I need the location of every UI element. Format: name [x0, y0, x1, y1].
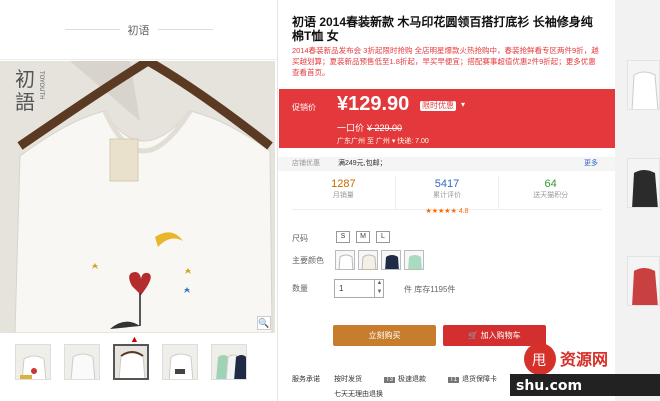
thumbnail-4[interactable]: [162, 344, 198, 380]
service-item-label: 退货保障卡: [462, 376, 498, 383]
service-item[interactable]: 七天无理由退换: [334, 389, 383, 399]
thumbnail-2[interactable]: [64, 344, 100, 380]
service-label: 服务承诺: [292, 376, 320, 383]
add-to-cart-label: 加入购物车: [480, 331, 521, 340]
promo-more-link[interactable]: 更多: [584, 157, 598, 171]
size-option[interactable]: S: [336, 231, 350, 243]
original-price-label: 一口价: [337, 123, 365, 133]
limited-offer-badge: 限时优惠: [420, 101, 456, 111]
thumbnail-5[interactable]: [211, 344, 247, 380]
stat-caption: 累计评价: [433, 192, 461, 199]
price-label: 促销价: [292, 103, 316, 112]
size-option[interactable]: M: [356, 231, 370, 243]
color-option-cream[interactable]: [358, 250, 378, 270]
color-option-mint[interactable]: [404, 250, 424, 270]
svg-text:語: 語: [15, 90, 35, 114]
service-tag: T1: [448, 377, 460, 383]
color-options: [335, 250, 424, 270]
stat-value: 64: [544, 178, 557, 190]
thumbnail-list: [15, 344, 247, 380]
color-option-navy[interactable]: [381, 250, 401, 270]
svg-text:甩: 甩: [532, 353, 546, 369]
quantity-stepper[interactable]: ▲ ▼: [374, 279, 384, 298]
recommendation-card[interactable]: [627, 158, 660, 208]
image-gallery: 初语 初 語 TOYOUTH 🔍 ▲: [0, 0, 277, 401]
recommendation-card[interactable]: [627, 256, 660, 306]
svg-text:shu.com: shu.com: [516, 378, 582, 394]
zoom-icon[interactable]: 🔍: [257, 316, 271, 330]
color-option-white[interactable]: [335, 250, 355, 270]
service-item-label: 极速退款: [398, 376, 427, 383]
thumbnail-1[interactable]: [15, 344, 51, 380]
promo-label: 店铺优惠: [292, 160, 320, 167]
stat-monthly-sales: 1287 月销量: [292, 176, 395, 209]
product-title: 初语 2014春装新款 木马印花圆领百搭打底衫 长袖修身纯棉T恤 女: [292, 15, 593, 43]
stock-info: 件 库存1195件: [404, 285, 456, 294]
service-tag: T3: [384, 377, 396, 383]
svg-text:初: 初: [15, 67, 35, 91]
stat-points: 64 送天猫积分: [498, 176, 602, 209]
recommendation-card[interactable]: [627, 60, 660, 110]
size-label: 尺码: [292, 234, 308, 243]
brand-header: 初语: [0, 0, 277, 60]
price: ¥129.90: [337, 93, 410, 115]
product-page: 初语 初 語 TOYOUTH 🔍 ▲ 初语 2014春装新款 木马印花圆领百搭打…: [0, 0, 660, 401]
stat-value: 1287: [331, 178, 356, 190]
stat-reviews[interactable]: 5417 累计评价 ★★★★★ 4.8: [394, 176, 499, 215]
chevron-up-icon[interactable]: ▲: [375, 279, 384, 288]
stat-caption: 月销量: [332, 192, 354, 199]
rating-value: 4.8: [458, 208, 469, 215]
tshirt-image: 初 語 TOYOUTH: [0, 61, 275, 333]
thumbnail-3[interactable]: [113, 344, 149, 380]
service-item[interactable]: 按时发货: [334, 374, 362, 384]
buy-now-button[interactable]: 立刻购买: [333, 325, 436, 346]
service-item[interactable]: T1 退货保障卡: [448, 374, 497, 384]
stat-caption: 送天猫积分: [533, 192, 569, 199]
svg-text:TOYOUTH: TOYOUTH: [38, 70, 45, 100]
quantity-label: 数量: [292, 284, 308, 293]
original-price: 一口价 ¥ 229.00: [337, 121, 402, 134]
svg-text:资源网: 资源网: [560, 350, 608, 369]
star-rating-icon: ★★★★★ 4.8: [425, 208, 469, 215]
size-options: S M L: [336, 231, 390, 243]
chevron-down-icon[interactable]: ▼: [375, 288, 384, 297]
divider: [64, 29, 120, 30]
shipping-info[interactable]: 广东广州 至 广州 ▾ 快递: 7.00: [337, 136, 429, 146]
shop-promo: 店铺优惠 满249元,包邮； 更多: [278, 157, 616, 171]
price-box: 促销价 ¥129.90 限时优惠 ▾ 一口价 ¥ 229.00 广东广州 至 广州…: [279, 89, 615, 148]
stat-value: 5417: [434, 178, 460, 190]
color-label: 主要颜色: [292, 256, 324, 265]
original-price-value: ¥ 229.00: [367, 123, 403, 133]
promo-value: 满249元,包邮；: [338, 160, 387, 167]
service-item[interactable]: T3 极速退款: [384, 374, 426, 384]
chevron-down-icon[interactable]: ▾: [461, 100, 465, 109]
brand-name: 初语: [127, 24, 150, 37]
thumb-pointer-icon: ▲: [130, 334, 139, 344]
sales-stats: 1287 月销量 5417 累计评价 ★★★★★ 4.8 64 送天猫积分: [292, 176, 602, 215]
product-subtitle: 2014春装新品发布会 3折起限时抢购 全店明星爆款火热抢购中，春装抢鲜看专区两…: [292, 46, 599, 77]
main-product-image[interactable]: 初 語 TOYOUTH 🔍: [0, 61, 275, 333]
divider: [157, 29, 213, 30]
size-option[interactable]: L: [376, 231, 390, 243]
site-watermark-logo: 甩 资源网 shu.com: [510, 343, 660, 396]
